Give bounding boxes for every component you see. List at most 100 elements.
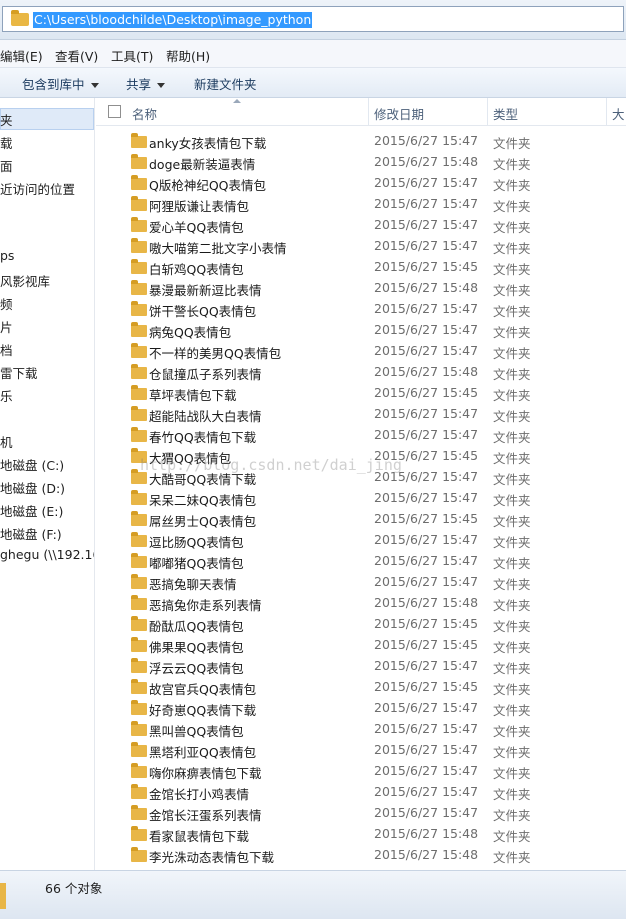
file-name[interactable]: 饼干警长QQ表情包 xyxy=(149,301,256,320)
select-all-checkbox[interactable] xyxy=(108,105,121,118)
file-row[interactable]: 大酷哥QQ表情下载 2015/6/27 15:47 文件夹 xyxy=(96,467,626,488)
column-date-modified[interactable]: 修改日期 xyxy=(374,104,424,123)
nav-item-videos[interactable]: 频 xyxy=(0,294,13,313)
file-row[interactable]: 酚酞瓜QQ表情包 2015/6/27 15:45 文件夹 xyxy=(96,614,626,635)
nav-item-drive-f[interactable]: 地磁盘 (F:) xyxy=(0,524,62,543)
nav-item-network-share[interactable]: ghegu (\\192.16 xyxy=(0,547,94,562)
file-row[interactable]: 逗比肠QQ表情包 2015/6/27 15:47 文件夹 xyxy=(96,530,626,551)
file-name[interactable]: 病兔QQ表情包 xyxy=(149,322,231,341)
file-name[interactable]: 金馆长汪蛋系列表情 xyxy=(149,805,262,824)
address-path[interactable]: C:\Users\bloodchilde\Desktop\image_pytho… xyxy=(33,12,313,28)
nav-item-drive-d[interactable]: 地磁盘 (D:) xyxy=(0,478,65,497)
file-row[interactable]: 恶搞兔你走系列表情 2015/6/27 15:48 文件夹 xyxy=(96,593,626,614)
column-size[interactable]: 大 xyxy=(612,104,625,123)
file-name[interactable]: 黑叫兽QQ表情包 xyxy=(149,721,244,740)
nav-item-thunder-downloads[interactable]: 雷下载 xyxy=(0,363,38,382)
nav-item-music[interactable]: 乐 xyxy=(0,386,13,405)
nav-item-desktop[interactable]: 面 xyxy=(0,156,13,175)
file-row[interactable]: doge最新装逼表情 2015/6/27 15:48 文件夹 xyxy=(96,152,626,173)
file-name[interactable]: Q版枪神纪QQ表情包 xyxy=(149,175,266,194)
file-name[interactable]: 逗比肠QQ表情包 xyxy=(149,532,244,551)
file-row[interactable]: 李光洙动态表情包下载 2015/6/27 15:48 文件夹 xyxy=(96,845,626,866)
address-input[interactable]: C:\Users\bloodchilde\Desktop\image_pytho… xyxy=(2,6,624,32)
file-row[interactable]: 屌丝男士QQ表情包 2015/6/27 15:45 文件夹 xyxy=(96,509,626,530)
file-name[interactable]: 超能陆战队大白表情 xyxy=(149,406,262,425)
file-name[interactable]: 暴漫最新新逗比表情 xyxy=(149,280,262,299)
file-name[interactable]: 黑塔利亚QQ表情包 xyxy=(149,742,256,761)
column-divider[interactable] xyxy=(606,98,607,125)
file-row[interactable]: 仓鼠撞瓜子系列表情 2015/6/27 15:48 文件夹 xyxy=(96,362,626,383)
nav-item-apps[interactable]: ps xyxy=(0,248,14,263)
file-row[interactable]: Q版枪神纪QQ表情包 2015/6/27 15:47 文件夹 xyxy=(96,173,626,194)
file-name[interactable]: 好奇崽QQ表情下载 xyxy=(149,700,256,719)
file-name[interactable]: 佛果果QQ表情包 xyxy=(149,637,244,656)
file-name[interactable]: 屌丝男士QQ表情包 xyxy=(149,511,256,530)
file-name[interactable]: 看家鼠表情包下载 xyxy=(149,826,249,845)
nav-item-drive-c[interactable]: 地磁盘 (C:) xyxy=(0,455,64,474)
nav-item-pictures[interactable]: 片 xyxy=(0,317,13,336)
file-row[interactable]: 嘟嘟猪QQ表情包 2015/6/27 15:47 文件夹 xyxy=(96,551,626,572)
nav-item-drive-e[interactable]: 地磁盘 (E:) xyxy=(0,501,63,520)
file-row[interactable]: 金馆长汪蛋系列表情 2015/6/27 15:47 文件夹 xyxy=(96,803,626,824)
file-name[interactable]: 草坪表情包下载 xyxy=(149,385,237,404)
include-in-library-button[interactable]: 包含到库中 xyxy=(22,74,99,93)
column-type[interactable]: 类型 xyxy=(493,104,518,123)
file-row[interactable]: 好奇崽QQ表情下载 2015/6/27 15:47 文件夹 xyxy=(96,698,626,719)
column-name[interactable]: 名称 xyxy=(132,104,157,123)
file-row[interactable]: 黑塔利亚QQ表情包 2015/6/27 15:47 文件夹 xyxy=(96,740,626,761)
file-name[interactable]: anky女孩表情包下载 xyxy=(149,133,266,152)
file-row[interactable]: 暴漫最新新逗比表情 2015/6/27 15:48 文件夹 xyxy=(96,278,626,299)
file-name[interactable]: 嘟嘟猪QQ表情包 xyxy=(149,553,244,572)
file-name[interactable]: 酚酞瓜QQ表情包 xyxy=(149,616,244,635)
file-row[interactable]: 故宫官兵QQ表情包 2015/6/27 15:45 文件夹 xyxy=(96,677,626,698)
file-row[interactable]: 阿狸版谦让表情包 2015/6/27 15:47 文件夹 xyxy=(96,194,626,215)
file-row[interactable]: 白斩鸡QQ表情包 2015/6/27 15:45 文件夹 xyxy=(96,257,626,278)
file-row[interactable]: 超能陆战队大白表情 2015/6/27 15:47 文件夹 xyxy=(96,404,626,425)
menu-view[interactable]: 查看(V) xyxy=(55,46,98,65)
file-row[interactable]: 看家鼠表情包下载 2015/6/27 15:48 文件夹 xyxy=(96,824,626,845)
new-folder-button[interactable]: 新建文件夹 xyxy=(194,74,257,93)
file-name[interactable]: 嗨你麻痹表情包下载 xyxy=(149,763,262,782)
file-name[interactable]: 恶搞兔你走系列表情 xyxy=(149,595,262,614)
nav-item-recent-places[interactable]: 近访问的位置 xyxy=(0,179,75,198)
file-name[interactable]: 故宫官兵QQ表情包 xyxy=(149,679,256,698)
nav-item-computer[interactable]: 机 xyxy=(0,432,13,451)
file-name[interactable]: 不一样的美男QQ表情包 xyxy=(149,343,281,362)
file-row[interactable]: 嗷大喵第二批文字小表情 2015/6/27 15:47 文件夹 xyxy=(96,236,626,257)
file-name[interactable]: 春竹QQ表情包下载 xyxy=(149,427,256,446)
file-row[interactable]: 浮云云QQ表情包 2015/6/27 15:47 文件夹 xyxy=(96,656,626,677)
file-row[interactable]: 呆呆二妹QQ表情包 2015/6/27 15:47 文件夹 xyxy=(96,488,626,509)
file-row[interactable]: 爱心羊QQ表情包 2015/6/27 15:47 文件夹 xyxy=(96,215,626,236)
column-divider[interactable] xyxy=(368,98,369,125)
file-row[interactable]: 黑叫兽QQ表情包 2015/6/27 15:47 文件夹 xyxy=(96,719,626,740)
file-row[interactable]: 嗨你麻痹表情包下载 2015/6/27 15:47 文件夹 xyxy=(96,761,626,782)
file-name[interactable]: 阿狸版谦让表情包 xyxy=(149,196,249,215)
file-row[interactable]: 大猬QQ表情包 2015/6/27 15:45 文件夹 xyxy=(96,446,626,467)
file-row[interactable]: 恶搞兔聊天表情 2015/6/27 15:47 文件夹 xyxy=(96,572,626,593)
file-name[interactable]: 白斩鸡QQ表情包 xyxy=(149,259,244,278)
file-name[interactable]: 嗷大喵第二批文字小表情 xyxy=(149,238,287,257)
nav-item-documents[interactable]: 档 xyxy=(0,340,13,359)
file-name[interactable]: 仓鼠撞瓜子系列表情 xyxy=(149,364,262,383)
menu-edit[interactable]: 编辑(E) xyxy=(0,46,43,65)
file-row[interactable]: 饼干警长QQ表情包 2015/6/27 15:47 文件夹 xyxy=(96,299,626,320)
nav-item-downloads[interactable]: 载 xyxy=(0,133,13,152)
file-name[interactable]: 爱心羊QQ表情包 xyxy=(149,217,244,236)
file-name[interactable]: 浮云云QQ表情包 xyxy=(149,658,244,677)
menu-help[interactable]: 帮助(H) xyxy=(166,46,210,65)
nav-item-video-library[interactable]: 风影视库 xyxy=(0,271,50,290)
file-row[interactable]: 病兔QQ表情包 2015/6/27 15:47 文件夹 xyxy=(96,320,626,341)
file-name[interactable]: 李光洙动态表情包下载 xyxy=(149,847,274,866)
file-row[interactable]: 不一样的美男QQ表情包 2015/6/27 15:47 文件夹 xyxy=(96,341,626,362)
file-row[interactable]: 春竹QQ表情包下载 2015/6/27 15:47 文件夹 xyxy=(96,425,626,446)
file-row[interactable]: 佛果果QQ表情包 2015/6/27 15:45 文件夹 xyxy=(96,635,626,656)
share-button[interactable]: 共享 xyxy=(126,74,166,93)
file-row[interactable]: 草坪表情包下载 2015/6/27 15:45 文件夹 xyxy=(96,383,626,404)
file-name[interactable]: 金馆长打小鸡表情 xyxy=(149,784,249,803)
column-divider[interactable] xyxy=(487,98,488,125)
menu-tools[interactable]: 工具(T) xyxy=(111,46,153,65)
file-name[interactable]: 恶搞兔聊天表情 xyxy=(149,574,237,593)
file-name[interactable]: 大酷哥QQ表情下载 xyxy=(149,469,256,488)
nav-item-favorites[interactable]: 夹 xyxy=(0,110,13,129)
file-name[interactable]: doge最新装逼表情 xyxy=(149,154,255,173)
